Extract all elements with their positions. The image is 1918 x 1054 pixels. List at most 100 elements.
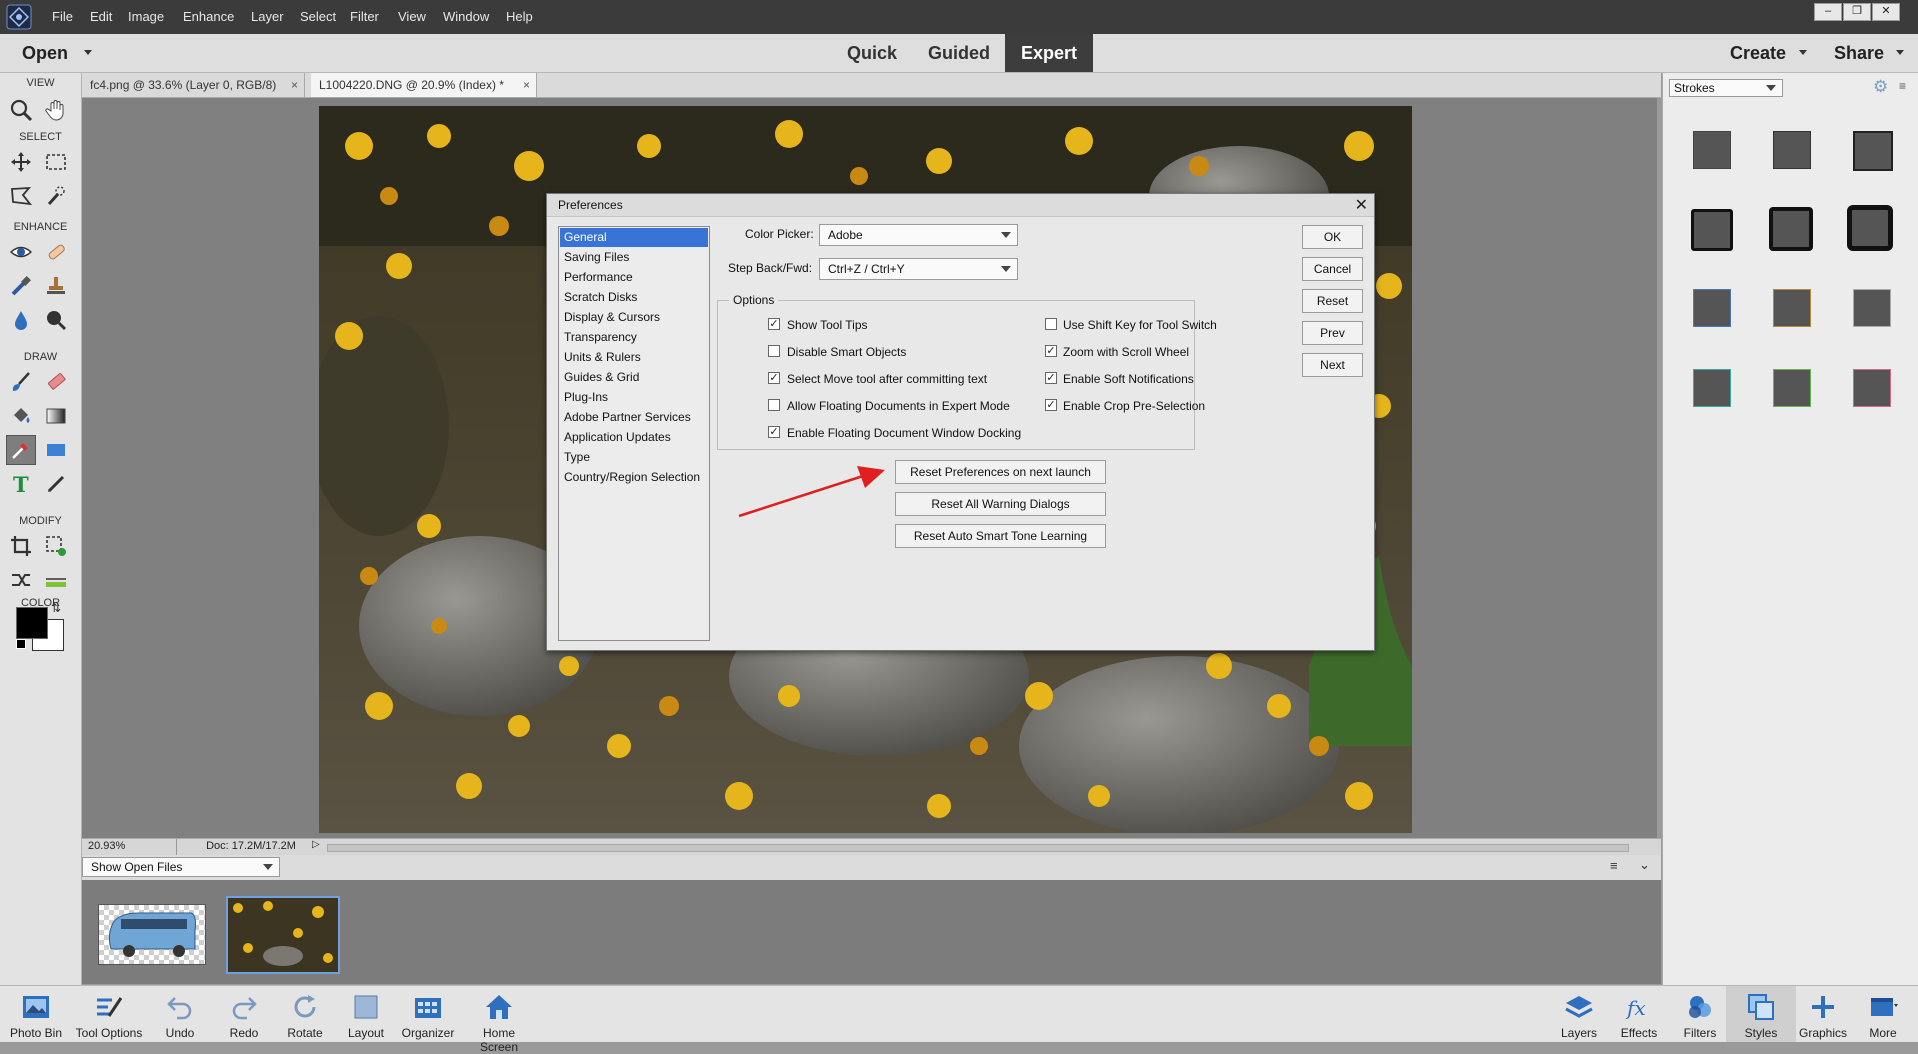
bin-options-icon[interactable]: ≡ [1610, 858, 1618, 873]
clone-stamp-tool-icon[interactable] [41, 271, 71, 301]
show-open-files-dropdown[interactable]: Show Open Files [82, 857, 280, 877]
minimize-icon[interactable]: – [1814, 3, 1842, 21]
shape-tool-icon[interactable] [41, 435, 71, 465]
category-scratch-disks[interactable]: Scratch Disks [560, 288, 708, 307]
stroke-style-5[interactable] [1769, 207, 1813, 251]
category-guides-grid[interactable]: Guides & Grid [560, 368, 708, 387]
more-button[interactable]: More [1850, 986, 1916, 1042]
show-tool-tips-checkbox[interactable]: ✓ [768, 318, 780, 330]
menu-image[interactable]: Image [122, 0, 170, 34]
thumbnail-l1004220[interactable] [226, 896, 340, 974]
undo-button[interactable]: Undo [145, 986, 215, 1042]
collapse-bin-icon[interactable]: ⌄ [1639, 857, 1650, 873]
spot-healing-tool-icon[interactable] [41, 237, 71, 267]
menu-help[interactable]: Help [500, 0, 539, 34]
mode-quick[interactable]: Quick [834, 34, 910, 72]
menu-layer[interactable]: Layer [245, 0, 290, 34]
ok-button[interactable]: OK [1302, 225, 1363, 249]
default-colors-icon[interactable] [16, 639, 26, 649]
category-display-cursors[interactable]: Display & Cursors [560, 308, 708, 327]
smart-brush-tool-icon[interactable] [6, 271, 36, 301]
home-screen-button[interactable]: Home Screen [463, 986, 535, 1054]
stroke-style-12[interactable] [1853, 369, 1891, 407]
allow-floating-documents-checkbox[interactable] [768, 399, 780, 411]
restore-icon[interactable]: ❐ [1843, 3, 1871, 21]
reset-preferences-button[interactable]: Reset Preferences on next launch [895, 460, 1106, 484]
graphics-button[interactable]: Graphics [1788, 986, 1858, 1042]
move-tool-icon[interactable] [6, 147, 36, 177]
stroke-style-7[interactable] [1693, 289, 1731, 327]
menu-file[interactable]: File [46, 0, 79, 34]
menu-view[interactable]: View [392, 0, 432, 34]
next-button[interactable]: Next [1302, 353, 1363, 377]
mode-guided[interactable]: Guided [918, 34, 1000, 72]
step-back-fwd-dropdown[interactable]: Ctrl+Z / Ctrl+Y [819, 258, 1018, 280]
category-plug-ins[interactable]: Plug-Ins [560, 388, 708, 407]
gradient-tool-icon[interactable] [41, 401, 71, 431]
prev-button[interactable]: Prev [1302, 321, 1363, 345]
crop-tool-icon[interactable] [6, 531, 36, 561]
enable-floating-docking-checkbox[interactable]: ✓ [768, 426, 780, 438]
disable-smart-objects-checkbox[interactable] [768, 345, 780, 357]
recompose-tool-icon[interactable] [41, 531, 71, 561]
tab-close-icon[interactable]: × [291, 73, 298, 97]
category-units-rulers[interactable]: Units & Rulers [560, 348, 708, 367]
horizontal-scrollbar[interactable] [327, 844, 1629, 852]
use-shift-key-checkbox[interactable] [1045, 318, 1057, 330]
select-move-tool-checkbox[interactable]: ✓ [768, 372, 780, 384]
tab-l1004220[interactable]: L1004220.DNG @ 20.9% (Index) * × [311, 73, 537, 97]
marquee-tool-icon[interactable] [41, 147, 71, 177]
category-country-region[interactable]: Country/Region Selection [560, 468, 708, 487]
stroke-style-3[interactable] [1853, 131, 1893, 171]
strokes-dropdown[interactable]: Strokes [1669, 79, 1783, 97]
crop-pre-selection-checkbox[interactable]: ✓ [1045, 399, 1057, 411]
reset-warning-dialogs-button[interactable]: Reset All Warning Dialogs [895, 492, 1106, 516]
category-general[interactable]: General [560, 228, 708, 247]
organizer-button[interactable]: Organizer [393, 986, 463, 1042]
photo-bin-button[interactable]: Photo Bin [1, 986, 71, 1042]
category-transparency[interactable]: Transparency [560, 328, 708, 347]
category-partner-services[interactable]: Adobe Partner Services [560, 408, 708, 427]
color-picker-tool-icon[interactable] [6, 435, 36, 465]
blur-tool-icon[interactable] [6, 305, 36, 335]
dialog-close-icon[interactable]: ✕ [1355, 195, 1368, 215]
stroke-style-8[interactable] [1773, 289, 1811, 327]
redo-button[interactable]: Redo [209, 986, 279, 1042]
mode-expert[interactable]: Expert [1005, 34, 1093, 72]
create-button[interactable]: Create [1730, 34, 1786, 72]
category-application-updates[interactable]: Application Updates [560, 428, 708, 447]
effects-button[interactable]: fx Effects [1604, 986, 1674, 1042]
reset-smart-tone-button[interactable]: Reset Auto Smart Tone Learning [895, 524, 1106, 548]
tab-fc4[interactable]: fc4.png @ 33.6% (Layer 0, RGB/8) × [82, 73, 305, 97]
sponge-tool-icon[interactable] [41, 305, 71, 335]
filters-button[interactable]: Filters [1665, 986, 1735, 1042]
thumbnail-fc4[interactable] [98, 904, 206, 965]
category-type[interactable]: Type [560, 448, 708, 467]
reset-button[interactable]: Reset [1302, 289, 1363, 313]
create-dropdown-icon[interactable] [1799, 50, 1807, 55]
menu-select[interactable]: Select [294, 0, 342, 34]
share-button[interactable]: Share [1834, 34, 1884, 72]
swap-colors-icon[interactable]: ⇅ [51, 601, 61, 615]
color-picker-dropdown[interactable]: Adobe [819, 224, 1018, 246]
menu-window[interactable]: Window [437, 0, 495, 34]
quick-selection-tool-icon[interactable] [41, 181, 71, 211]
content-aware-move-tool-icon[interactable] [6, 565, 36, 595]
pencil-tool-icon[interactable] [41, 469, 71, 499]
stroke-style-2[interactable] [1773, 131, 1811, 169]
stroke-style-9[interactable] [1853, 289, 1891, 327]
styles-button[interactable]: Styles [1726, 986, 1796, 1042]
stroke-style-4[interactable] [1691, 209, 1733, 251]
rotate-button[interactable]: Rotate [270, 986, 340, 1042]
open-dropdown-icon[interactable] [84, 50, 92, 55]
tool-options-button[interactable]: Tool Options [74, 986, 144, 1042]
hand-tool-icon[interactable] [41, 95, 71, 125]
close-window-icon[interactable]: ✕ [1872, 3, 1900, 21]
tab-close-icon[interactable]: × [523, 73, 530, 97]
menu-enhance[interactable]: Enhance [177, 0, 240, 34]
panel-menu-icon[interactable]: ≡ [1899, 79, 1906, 93]
eraser-tool-icon[interactable] [41, 367, 71, 397]
layout-button[interactable]: Layout [331, 986, 401, 1042]
type-tool-icon[interactable]: T [6, 469, 36, 499]
stroke-style-11[interactable] [1773, 369, 1811, 407]
